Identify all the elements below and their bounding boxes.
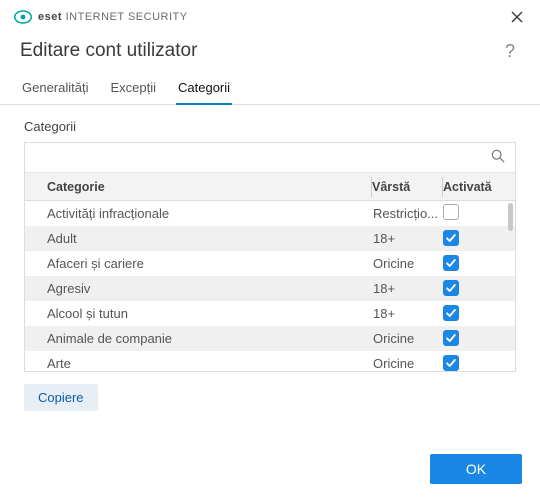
cell-age: 18+ [373, 306, 443, 321]
cell-age: Oricine [373, 356, 443, 371]
table-row[interactable]: Agresiv18+ [25, 276, 515, 301]
enabled-checkbox[interactable] [443, 330, 459, 346]
enabled-checkbox[interactable] [443, 280, 459, 296]
table-row[interactable]: ArteOricine [25, 351, 515, 371]
eset-logo-icon [14, 8, 32, 26]
window: eset INTERNET SECURITY Editare cont util… [0, 0, 540, 500]
enabled-checkbox[interactable] [443, 355, 459, 371]
col-header-age[interactable]: Vârstă [372, 180, 442, 194]
table-row[interactable]: Alcool și tutun18+ [25, 301, 515, 326]
cell-age: Restricțio... [373, 206, 443, 221]
page-title: Editare cont utilizator [20, 40, 197, 62]
cell-category: Animale de companie [43, 331, 373, 346]
search-input[interactable] [33, 143, 489, 172]
tab-general[interactable]: Generalități [20, 74, 90, 105]
scrollbar-thumb[interactable] [508, 203, 513, 231]
search-icon[interactable] [489, 149, 507, 166]
cell-category: Agresiv [43, 281, 373, 296]
table-row[interactable]: Activități infracționaleRestricțio... [25, 201, 515, 226]
title-bar: eset INTERNET SECURITY [0, 0, 540, 30]
table-row[interactable]: Adult18+ [25, 226, 515, 251]
categories-panel: Categorie Vârstă Activată Activități inf… [24, 142, 516, 372]
close-button[interactable] [508, 8, 526, 26]
footer: OK [0, 440, 540, 500]
header: Editare cont utilizator ? [0, 30, 540, 70]
copy-button[interactable]: Copiere [24, 384, 98, 411]
cell-age: 18+ [373, 231, 443, 246]
brand-logo: eset INTERNET SECURITY [14, 8, 188, 26]
enabled-checkbox[interactable] [443, 305, 459, 321]
cell-category: Alcool și tutun [43, 306, 373, 321]
ok-button[interactable]: OK [430, 454, 522, 484]
cell-age: 18+ [373, 281, 443, 296]
table-header: Categorie Vârstă Activată [25, 173, 515, 201]
copy-row: Copiere [0, 372, 540, 411]
enabled-checkbox[interactable] [443, 255, 459, 271]
help-icon: ? [505, 41, 515, 61]
enabled-checkbox[interactable] [443, 204, 459, 220]
tab-exceptions[interactable]: Excepții [108, 74, 158, 105]
col-header-category[interactable]: Categorie [43, 180, 371, 194]
close-icon [511, 11, 523, 23]
enabled-checkbox[interactable] [443, 230, 459, 246]
table-row[interactable]: Animale de companieOricine [25, 326, 515, 351]
cell-category: Afaceri și cariere [43, 256, 373, 271]
cell-age: Oricine [373, 256, 443, 271]
cell-category: Adult [43, 231, 373, 246]
cell-category: Arte [43, 356, 373, 371]
brand-text: eset INTERNET SECURITY [38, 11, 188, 23]
search-row [25, 143, 515, 173]
cell-category: Activități infracționale [43, 206, 373, 221]
section-label: Categorii [0, 105, 540, 142]
help-button[interactable]: ? [500, 41, 520, 62]
tab-categories[interactable]: Categorii [176, 74, 232, 105]
table-row[interactable]: Afaceri și cariereOricine [25, 251, 515, 276]
tabs: Generalități Excepții Categorii [0, 70, 540, 105]
col-header-enabled[interactable]: Activată [443, 180, 515, 194]
cell-age: Oricine [373, 331, 443, 346]
table-body: Activități infracționaleRestricțio...Adu… [25, 201, 515, 371]
